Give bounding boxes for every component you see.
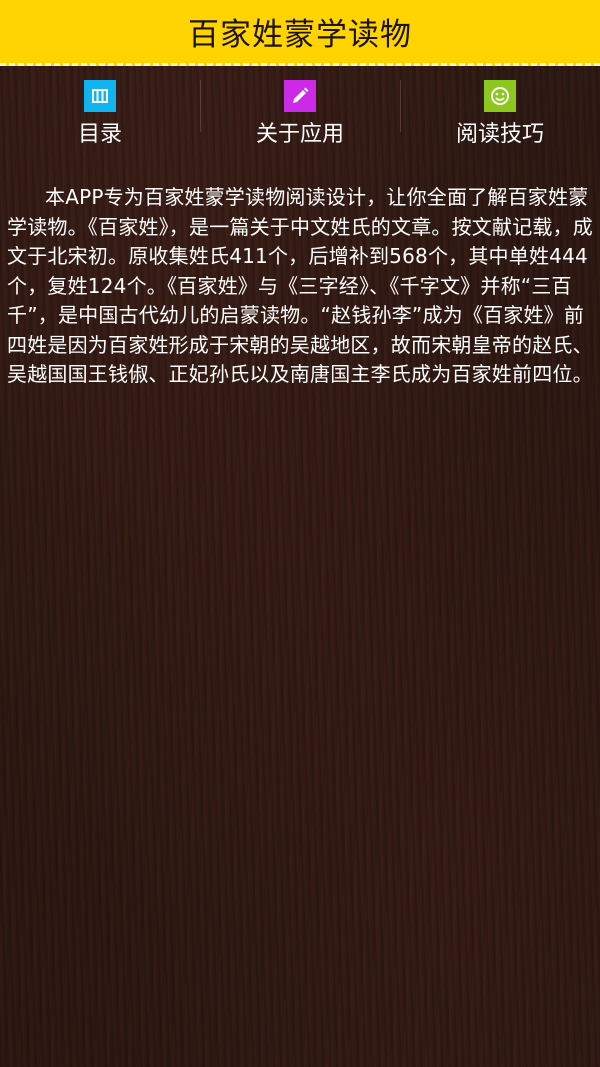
nav-item-reading-tips[interactable]: 阅读技巧 bbox=[400, 70, 600, 150]
nav-label-reading-tips: 阅读技巧 bbox=[455, 122, 544, 147]
nav-label-about: 关于应用 bbox=[255, 122, 344, 147]
nav-item-catalog[interactable]: 目录 bbox=[0, 70, 200, 150]
nav-item-about[interactable]: 关于应用 bbox=[200, 70, 400, 150]
intro-text-area: 本APP专为百家姓蒙学读物阅读设计，让你全面了解百家姓蒙学读物。《百家姓》，是一… bbox=[7, 183, 600, 423]
nav-bar: 目录 关于应用 阅读技巧 bbox=[0, 70, 600, 150]
app-title: 百家姓蒙学读物 bbox=[188, 17, 412, 53]
nav-label-catalog: 目录 bbox=[77, 122, 122, 147]
catalog-icon bbox=[84, 80, 116, 112]
smiley-icon bbox=[484, 80, 516, 112]
intro-paragraph: 本APP专为百家姓蒙学读物阅读设计，让你全面了解百家姓蒙学读物。《百家姓》，是一… bbox=[7, 185, 593, 386]
title-bar: 百家姓蒙学读物 bbox=[0, 0, 600, 66]
edit-icon bbox=[284, 80, 316, 112]
